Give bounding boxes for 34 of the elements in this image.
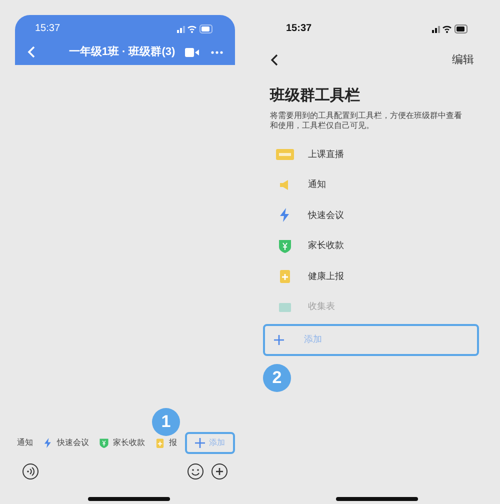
tool-row[interactable]: 健康上报 xyxy=(270,261,480,292)
toolbar-item[interactable]: 快速会议 xyxy=(43,437,89,449)
plus-icon xyxy=(274,335,284,345)
description: 将需要用到的工具配置到工具栏，方便在班级群中查看和使用，工具栏仅自己可见。 xyxy=(270,111,463,131)
step-badge: 1 xyxy=(152,408,180,436)
clipboard-icon xyxy=(155,438,165,448)
status-icons xyxy=(432,24,470,34)
toolbar-item[interactable]: 家长收款 xyxy=(99,437,145,449)
step-badge: 2 xyxy=(263,364,291,392)
more-icon[interactable] xyxy=(211,50,223,54)
tool-row[interactable]: 快速会议 xyxy=(270,200,480,230)
page-title: 班级群工具栏 xyxy=(270,86,361,106)
emoji-icon[interactable] xyxy=(187,463,204,480)
tool-row[interactable]: 家长收款 xyxy=(270,230,480,261)
window-title: 一年级1班 · 班级群(3) xyxy=(68,44,176,60)
edit-button[interactable]: 编辑 xyxy=(452,52,474,68)
toolbar-item[interactable]: 通知 xyxy=(17,437,33,449)
shield-icon xyxy=(278,238,292,253)
tool-row[interactable]: 上课直播 xyxy=(270,139,480,170)
live-icon xyxy=(276,148,294,160)
plus-circle-icon[interactable] xyxy=(211,463,228,480)
voice-icon[interactable] xyxy=(22,463,39,480)
status-time: 15:37 xyxy=(35,22,60,36)
clipboard-icon xyxy=(278,269,292,284)
plus-icon xyxy=(195,438,205,448)
video-call-icon[interactable] xyxy=(185,48,199,57)
back-icon[interactable] xyxy=(270,54,278,66)
tool-row[interactable]: 通知 xyxy=(270,170,480,200)
lightning-icon xyxy=(278,208,292,222)
shield-icon xyxy=(99,438,109,448)
lightning-icon xyxy=(43,438,53,448)
status-time: 15:37 xyxy=(286,22,312,36)
status-icons xyxy=(177,24,215,34)
toolbar-item[interactable]: 报 xyxy=(155,437,177,449)
